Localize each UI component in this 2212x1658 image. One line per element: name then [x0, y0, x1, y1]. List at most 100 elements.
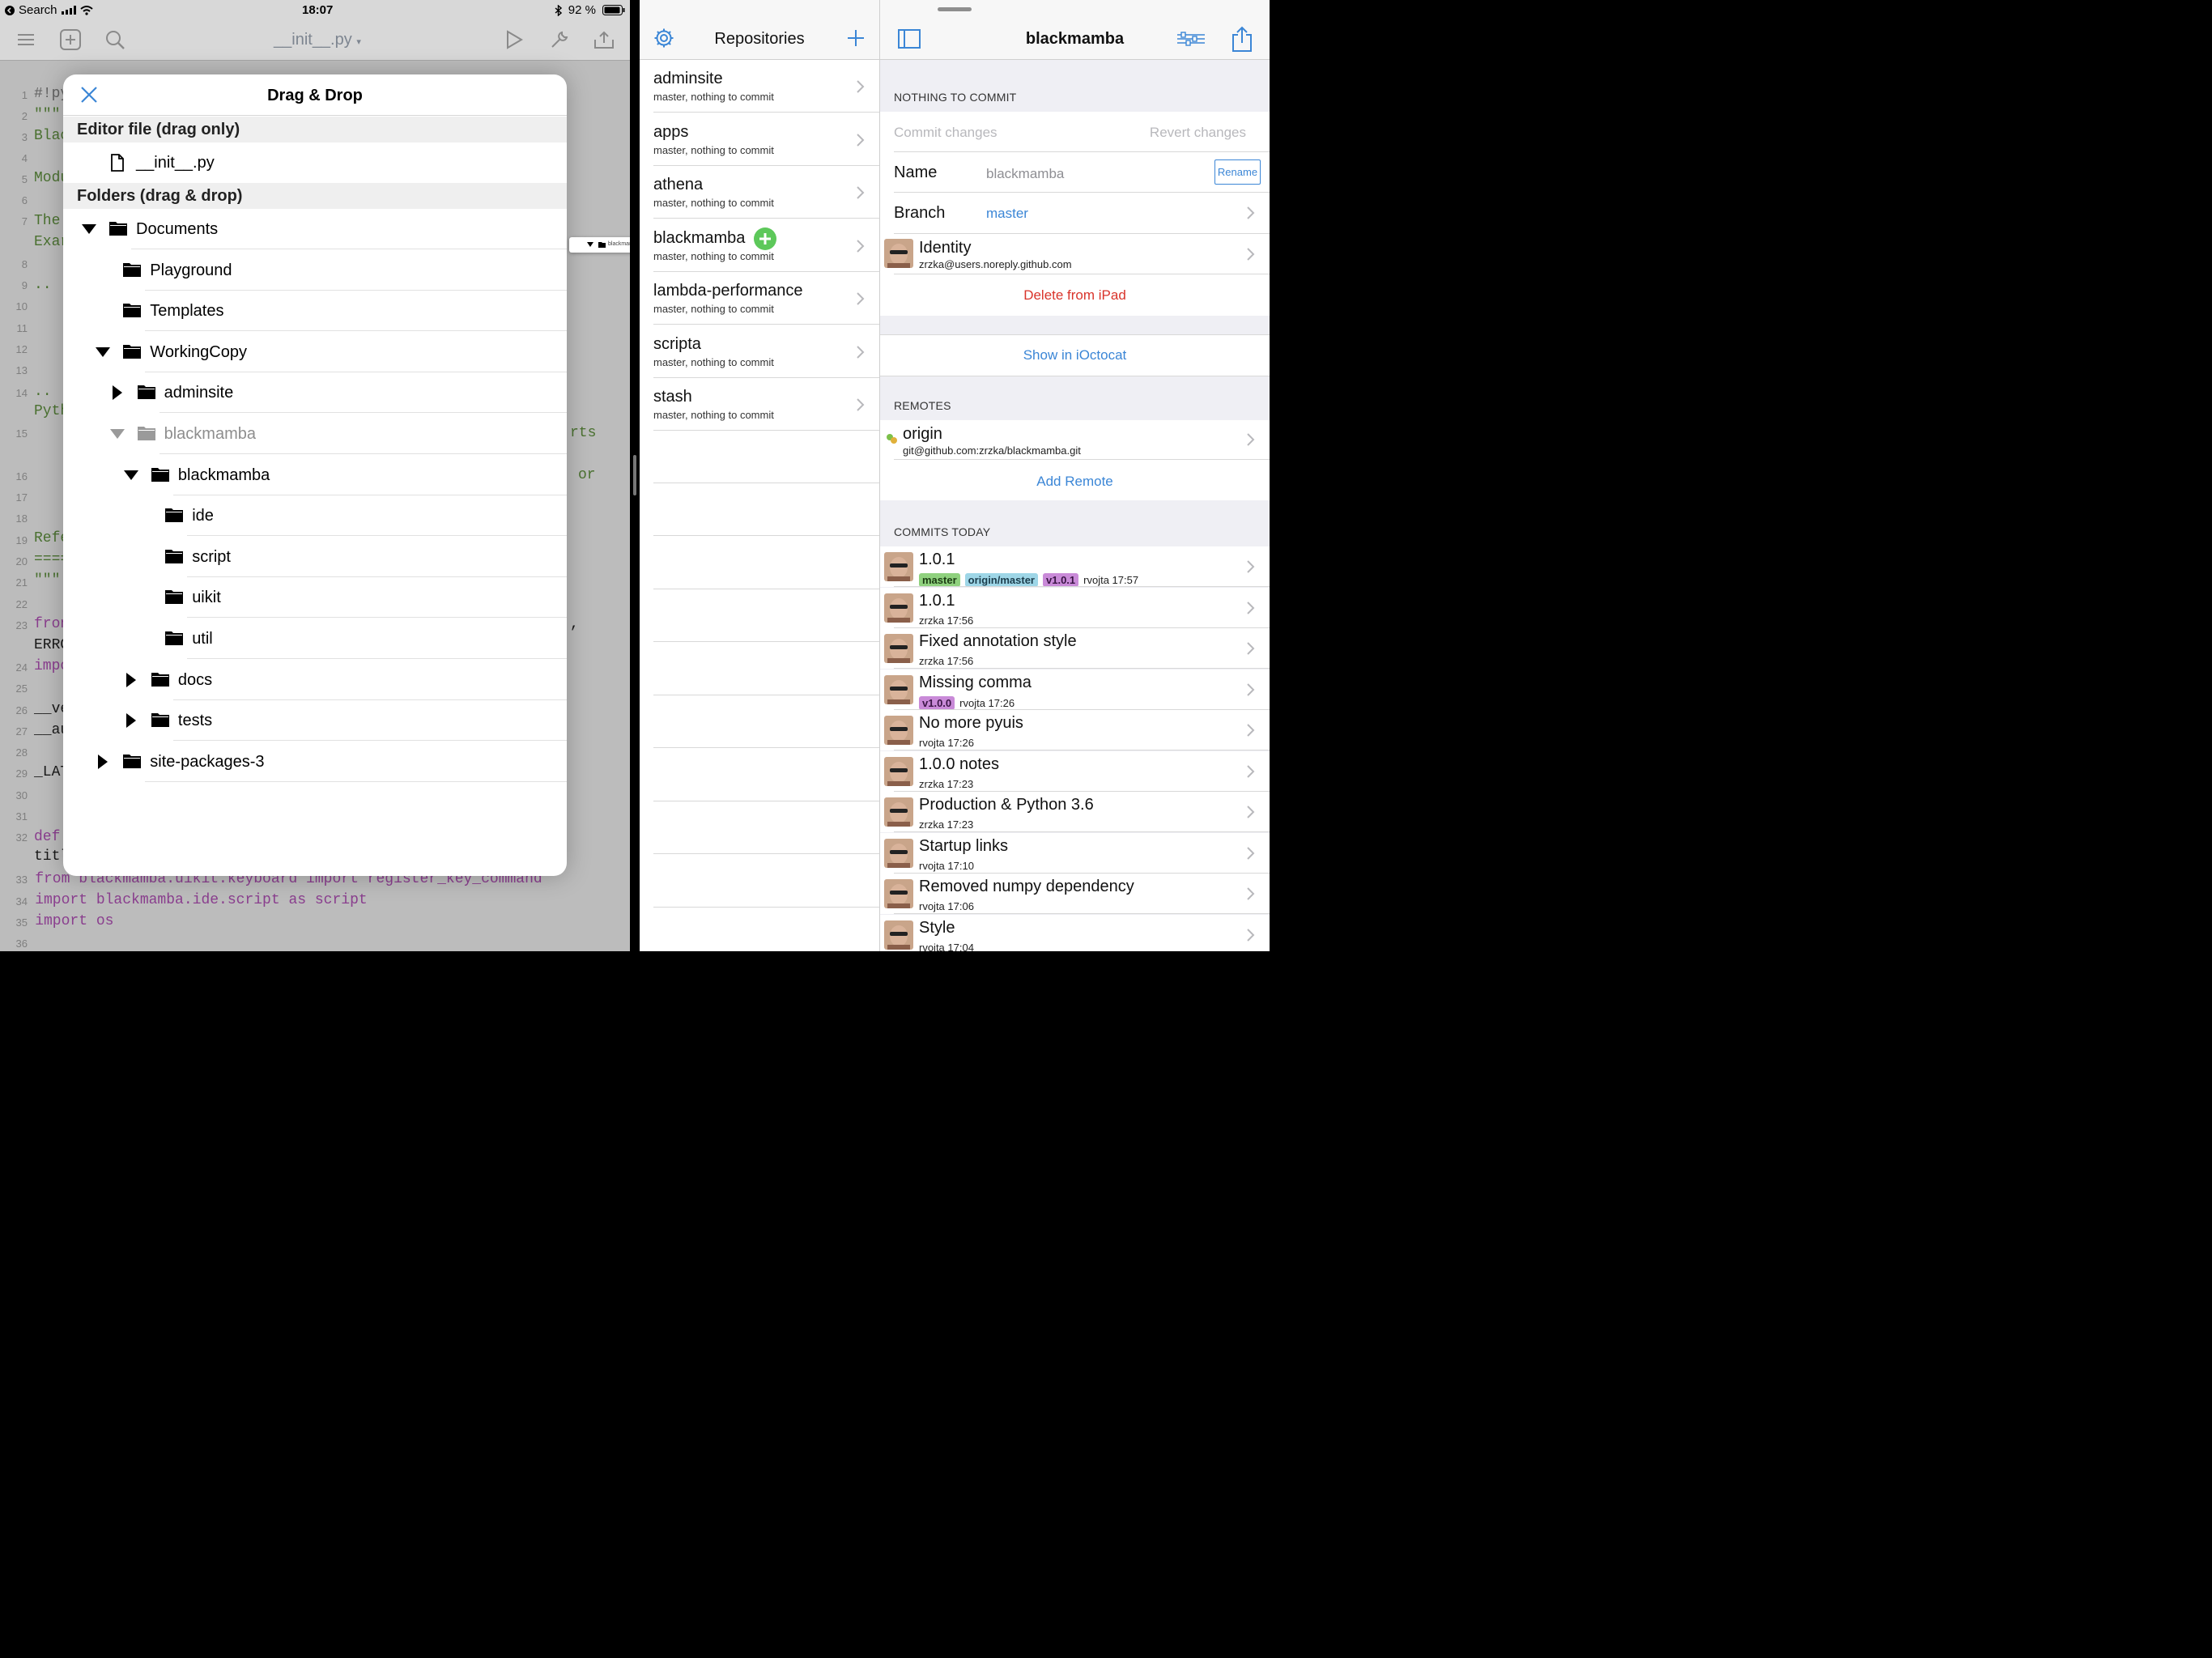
remote-name: origin [903, 425, 942, 443]
share-icon[interactable] [592, 28, 616, 52]
folder-row[interactable]: Playground [63, 250, 567, 291]
repository-row[interactable]: stash master, nothing to commit [640, 378, 879, 431]
commit-row[interactable]: 1.0.0 notes zrzka 17:23 [880, 750, 1270, 792]
commit-author-time: rvojta 17:57 [1083, 574, 1139, 586]
repository-row[interactable]: apps master, nothing to commit [640, 113, 879, 166]
folder-label: ide [192, 507, 214, 525]
triangle-right-icon[interactable] [95, 754, 111, 770]
back-to-search[interactable]: Search [5, 3, 93, 17]
repository-row[interactable]: scripta master, nothing to commit [640, 325, 879, 378]
repository-row[interactable]: adminsite master, nothing to commit [640, 60, 879, 113]
chevron-right-icon [857, 80, 865, 93]
folder-row[interactable]: blackmamba [63, 455, 567, 495]
repository-row[interactable]: lambda-performance master, nothing to com… [640, 272, 879, 325]
back-label: Search [19, 3, 57, 17]
folder-row[interactable]: WorkingCopy [63, 332, 567, 372]
run-icon[interactable] [502, 28, 526, 52]
divider [653, 641, 879, 642]
avatar [884, 239, 913, 268]
folder-row[interactable]: blackmamba [63, 414, 567, 454]
commit-row[interactable]: 1.0.1 master origin/master v1.0.1 rvojta 17:… [880, 546, 1270, 587]
triangle-down-icon[interactable] [81, 221, 97, 237]
commit-row[interactable]: Missing comma v1.0.0 rvojta 17:26 [880, 669, 1270, 710]
identity-label: Identity [919, 239, 972, 257]
repository-name: athena [653, 176, 704, 193]
triangle-down-icon[interactable] [95, 344, 111, 360]
modal-title: Drag & Drop [267, 87, 363, 104]
folder-row[interactable]: adminsite [63, 372, 567, 414]
folder-row[interactable]: ide [63, 495, 567, 537]
commit-row[interactable]: Fixed annotation style zrzka 17:56 [880, 628, 1270, 669]
commit-row[interactable]: Startup links rvojta 17:10 [880, 832, 1270, 874]
triangle-right-icon[interactable] [123, 712, 139, 729]
commit-row[interactable]: Production & Python 3.6 zrzka 17:23 [880, 792, 1270, 832]
triangle-down-icon[interactable] [123, 467, 139, 483]
commit-row[interactable]: Removed numpy dependency rvojta 17:06 [880, 874, 1270, 914]
branch-label: Branch [894, 204, 946, 222]
add-remote-row[interactable]: Add Remote [880, 460, 1270, 500]
folder-row[interactable]: util [63, 619, 567, 659]
repository-status: master, nothing to commit [653, 197, 774, 209]
commit-row[interactable]: 1.0.1 zrzka 17:56 [880, 587, 1270, 628]
folder-row[interactable]: Templates [63, 291, 567, 332]
name-field[interactable]: blackmamba [986, 166, 1064, 182]
show-in-ioctocat-row[interactable]: Show in iOctocat [880, 334, 1270, 376]
repository-status: master, nothing to commit [653, 143, 774, 156]
folder-label: blackmamba [177, 466, 270, 484]
commit-title: 1.0.0 notes [919, 755, 999, 773]
repositories-title: Repositories [714, 30, 805, 48]
folder-label: adminsite [164, 384, 234, 402]
folder-icon [109, 221, 127, 236]
commit-meta: zrzka 17:56 [919, 655, 973, 667]
status-bar: Search 18:07 92 % [0, 0, 630, 19]
share-icon[interactable] [1231, 26, 1253, 52]
branch-value: master [986, 206, 1028, 221]
section-header-editor-file: Editor file (drag only) [63, 117, 567, 142]
slide-over-grabber[interactable] [938, 7, 972, 11]
rename-button[interactable]: Rename [1214, 159, 1261, 185]
menu-icon[interactable] [14, 28, 38, 52]
remote-origin-row[interactable]: origin git@github.com:zrzka/blackmamba.g… [880, 420, 1270, 460]
triangle-right-icon[interactable] [109, 385, 125, 401]
editor-file-row[interactable]: __init__.py [63, 142, 567, 183]
commit-row[interactable]: No more pyuis rvojta 17:26 [880, 710, 1270, 750]
add-repository-icon[interactable] [847, 29, 865, 47]
commit-title: Style [919, 918, 955, 937]
tag-badge: v1.0.0 [919, 695, 955, 710]
folder-row[interactable]: script [63, 537, 567, 577]
remote-icon [886, 433, 897, 444]
folder-row[interactable]: site-packages-3 [63, 742, 567, 782]
back-arrow-icon [5, 5, 15, 15]
identity-row[interactable]: Identity zrzka@users.noreply.github.com [880, 234, 1270, 274]
wifi-icon [79, 5, 93, 15]
wrench-icon[interactable] [547, 28, 572, 52]
triangle-right-icon[interactable] [123, 672, 139, 688]
folder-label: docs [177, 670, 213, 689]
folder-row[interactable]: docs [63, 660, 567, 700]
split-view-handle[interactable] [633, 455, 636, 495]
new-file-icon[interactable] [58, 28, 83, 52]
settings-sliders-icon[interactable] [1176, 31, 1206, 47]
folder-row[interactable]: tests [63, 700, 567, 742]
file-title[interactable]: __init__.py ▾ [274, 31, 361, 49]
divider [653, 747, 879, 748]
status-header: NOTHING TO COMMIT [894, 91, 1017, 104]
commit-row[interactable]: Style rvojta 17:04 [880, 914, 1270, 951]
triangle-down-icon[interactable] [109, 426, 125, 442]
name-row: Name blackmamba Rename [880, 152, 1270, 193]
revert-changes-button[interactable]: Revert changes [1150, 125, 1246, 141]
search-icon[interactable] [103, 28, 127, 52]
branch-row[interactable]: Branch master [880, 193, 1270, 234]
repository-name: adminsite [653, 70, 723, 87]
delete-row[interactable]: Delete from iPad [880, 274, 1270, 316]
folder-icon [123, 303, 142, 318]
folder-row[interactable]: uikit [63, 577, 567, 619]
chevron-right-icon [1247, 928, 1255, 942]
folder-label: Templates [150, 302, 224, 321]
repository-row[interactable]: athena master, nothing to commit [640, 166, 879, 219]
commit-author-time: zrzka 17:23 [919, 818, 974, 831]
chevron-right-icon [1247, 682, 1255, 696]
chevron-right-icon [1247, 846, 1255, 860]
folder-row[interactable]: Documents [63, 209, 567, 249]
commit-changes-button[interactable]: Commit changes [894, 125, 998, 141]
